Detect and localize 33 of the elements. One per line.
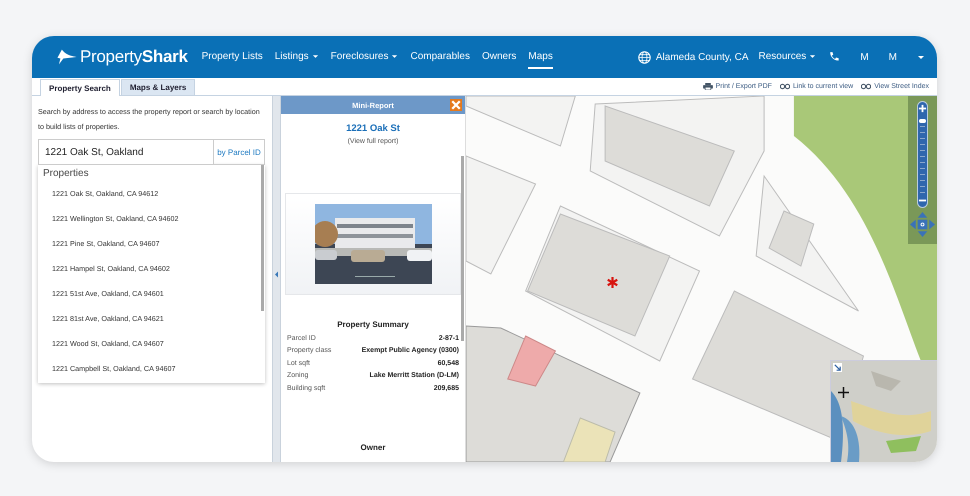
- scrollbar[interactable]: [461, 156, 464, 341]
- logo-text[interactable]: PropertyShark: [80, 47, 188, 67]
- nav-link[interactable]: Foreclosures: [330, 46, 398, 68]
- binoculars-icon: [780, 83, 790, 90]
- user-initial[interactable]: M: [860, 52, 869, 62]
- nav-link[interactable]: Property Lists: [202, 46, 263, 68]
- caret-icon[interactable]: [917, 54, 925, 60]
- county-selector[interactable]: Alameda County, CA: [656, 52, 748, 62]
- section-title: Property Summary: [337, 320, 409, 329]
- nav-link[interactable]: Listings: [274, 46, 319, 68]
- tab[interactable]: Property Search: [40, 79, 120, 96]
- globe-icon: [638, 50, 651, 64]
- nav-link[interactable]: Owners: [482, 46, 516, 68]
- search-field[interactable]: 1221 Oak St, Oakland: [38, 139, 213, 165]
- caret-icon: [391, 54, 398, 58]
- caret-icon: [312, 54, 319, 58]
- nav-link[interactable]: Maps: [528, 46, 553, 68]
- suggestion-heading: Properties: [42, 167, 90, 181]
- address-link[interactable]: 1221 Oak St: [346, 123, 400, 134]
- section-title: Owner: [360, 442, 386, 452]
- binoculars-icon: [861, 83, 872, 90]
- resources-menu[interactable]: Resources: [758, 46, 816, 68]
- printer-icon: [702, 83, 713, 90]
- caret-icon: [809, 54, 816, 58]
- phone-icon[interactable]: [828, 51, 840, 63]
- close-button[interactable]: [450, 99, 462, 111]
- tab[interactable]: Maps & Layers: [120, 79, 196, 95]
- shark-fin-icon: [56, 48, 78, 66]
- scrollbar[interactable]: [261, 165, 264, 311]
- nav-link[interactable]: Comparables: [410, 46, 470, 68]
- user-initial[interactable]: M: [888, 52, 897, 62]
- parcel-id-link[interactable]: by Parcel ID: [213, 139, 265, 165]
- collapse-arrow-icon[interactable]: [275, 270, 278, 278]
